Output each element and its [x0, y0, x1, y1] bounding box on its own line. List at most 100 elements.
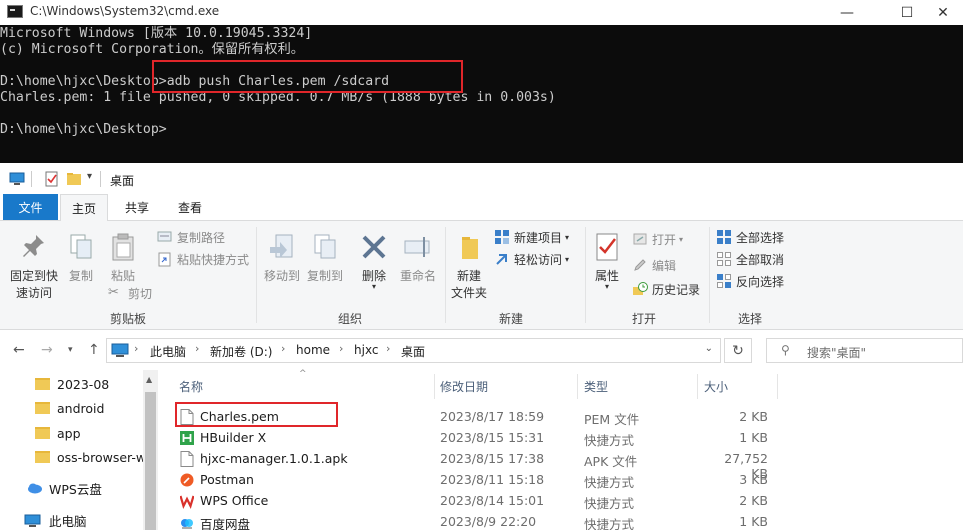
cmd-prompt-line: D:\home\hjxc\Desktop> [0, 122, 167, 137]
column-header-type[interactable]: 类型 [584, 378, 608, 395]
column-separator[interactable] [697, 374, 698, 399]
select-none-button[interactable]: 全部取消 [716, 249, 784, 269]
history-button[interactable]: 历史记录 [632, 279, 700, 299]
breadcrumb-home[interactable]: home [296, 343, 330, 357]
cut-button[interactable]: ✂ 剪切 [108, 283, 152, 303]
column-separator[interactable] [577, 374, 578, 399]
nav-item-app[interactable]: app [0, 422, 145, 444]
wps-icon [180, 495, 194, 509]
file-type: 快捷方式 [584, 475, 635, 490]
cmd-console[interactable]: Microsoft Windows [版本 10.0.19045.3324] (… [0, 25, 963, 163]
paste-shortcut-label: 粘贴快捷方式 [177, 252, 250, 267]
open-button[interactable]: 打开 ▾ [632, 229, 683, 249]
up-arrow-icon[interactable]: ↑ [88, 342, 100, 358]
file-size: 2 KB [739, 409, 768, 424]
nav-item-label: 此电脑 [49, 513, 87, 529]
column-header-date[interactable]: 修改日期 [440, 378, 488, 395]
forward-arrow-icon[interactable]: → [41, 342, 53, 358]
close-button[interactable]: ✕ [920, 0, 963, 25]
paste-button[interactable]: 粘贴 [106, 231, 140, 284]
edit-button[interactable]: 编辑 [632, 255, 676, 275]
nav-item-label: app [57, 425, 81, 441]
select-all-button[interactable]: 全部选择 [716, 227, 784, 247]
move-to-label: 移动到 [263, 269, 300, 283]
breadcrumb-separator[interactable]: › [386, 342, 390, 355]
tab-share[interactable]: 共享 [114, 194, 160, 220]
move-to-icon [270, 234, 293, 258]
breadcrumb-hjxc[interactable]: hjxc [354, 343, 378, 357]
breadcrumb-separator[interactable]: › [134, 342, 138, 355]
computer-icon [9, 172, 25, 185]
pin-quick-access-button[interactable]: 固定到快 速访问 [8, 231, 60, 301]
copy-path-button[interactable]: 复制路径 [157, 227, 225, 247]
file-row-baidu-netdisk[interactable]: 百度网盘 2023/8/9 22:20 快捷方式 1 KB [174, 511, 963, 530]
nav-item-android[interactable]: android [0, 397, 145, 419]
properties-check-icon[interactable] [44, 171, 60, 187]
breadcrumb-separator[interactable]: › [195, 342, 199, 355]
tab-file[interactable]: 文件 [3, 194, 58, 220]
refresh-button[interactable]: ↻ [724, 338, 752, 363]
breadcrumb-separator[interactable]: › [339, 342, 343, 355]
breadcrumb-drive-d[interactable]: 新加卷 (D:) [210, 343, 272, 360]
file-type: 快捷方式 [584, 517, 635, 530]
easy-access-icon [496, 254, 507, 265]
easy-access-dropdown-icon: ▾ [565, 254, 570, 264]
new-folder-button[interactable]: 新建 文件夹 [450, 231, 488, 301]
column-header-size[interactable]: 大小 [704, 378, 728, 395]
tab-view[interactable]: 查看 [166, 194, 214, 220]
move-to-button[interactable]: 移动到 [262, 231, 302, 284]
rename-button[interactable]: 重命名 [396, 231, 440, 284]
breadcrumb-desktop[interactable]: 桌面 [401, 343, 425, 360]
nav-pane-scroll-thumb[interactable] [145, 392, 156, 530]
nav-item-2023-08[interactable]: 2023-08 [0, 373, 145, 395]
copy-to-button[interactable]: 复制到 [305, 231, 345, 284]
search-input[interactable]: ⚲ 搜索"桌面" [766, 338, 963, 363]
nav-item-this-pc[interactable]: 此电脑 [0, 509, 145, 530]
group-label-open: 打开 [632, 312, 657, 326]
column-separator[interactable] [434, 374, 435, 399]
edit-label: 编辑 [652, 258, 677, 273]
group-separator [585, 227, 586, 323]
column-separator[interactable] [777, 374, 778, 399]
address-bar[interactable]: › 此电脑 › 新加卷 (D:) › home › hjxc › 桌面 ⌄ [106, 338, 721, 363]
computer-icon [24, 514, 41, 527]
select-none-label: 全部取消 [736, 252, 785, 267]
folder-icon [35, 451, 50, 463]
new-folder-label-line2: 文件夹 [450, 286, 487, 300]
scroll-up-arrow-icon[interactable]: ▲ [146, 375, 152, 384]
nav-item-oss-browser[interactable]: oss-browser-w [0, 446, 145, 468]
paste-icon [112, 233, 134, 261]
nav-item-wps-cloud[interactable]: WPS云盘 [0, 477, 145, 499]
ribbon-tab-bar: 文件 主页 共享 查看 [0, 194, 963, 221]
customize-qa-dropdown-icon[interactable]: ▾ [87, 171, 92, 182]
breadcrumb-separator[interactable]: › [281, 342, 285, 355]
tab-home[interactable]: 主页 [60, 194, 108, 221]
back-arrow-icon[interactable]: ← [13, 342, 25, 358]
column-header-name[interactable]: 名称 [179, 378, 203, 395]
recent-locations-dropdown-icon[interactable]: ▾ [68, 345, 73, 355]
properties-button[interactable]: 属性 ▾ [590, 231, 624, 291]
file-size: 2 KB [739, 493, 768, 508]
new-item-button[interactable]: 新建项目 ▾ [494, 227, 569, 247]
new-folder-icon[interactable] [66, 171, 82, 187]
file-row-hjxc-manager-apk[interactable]: hjxc-manager.1.0.1.apk 2023/8/15 17:38 A… [174, 448, 963, 481]
file-row-hbuilder-x[interactable]: HBuilder X 2023/8/15 15:31 快捷方式 1 KB [174, 427, 963, 448]
address-history-dropdown-icon[interactable]: ⌄ [705, 343, 713, 354]
easy-access-label: 轻松访问 [514, 252, 563, 267]
file-row-postman[interactable]: Postman 2023/8/11 15:18 快捷方式 3 KB [174, 469, 963, 490]
nav-item-label: 2023-08 [57, 376, 110, 392]
minimize-button[interactable]: — [824, 0, 870, 25]
easy-access-button[interactable]: 轻松访问 ▾ [494, 249, 569, 269]
file-row-wps-office[interactable]: WPS Office 2023/8/14 15:01 快捷方式 2 KB [174, 490, 963, 511]
delete-button[interactable]: 删除 ▾ [358, 231, 390, 291]
nav-pane-scrollbar[interactable]: ▲ [143, 370, 158, 530]
explorer-window-title: 桌面 [110, 174, 135, 188]
file-date: 2023/8/9 22:20 [440, 514, 537, 529]
file-date: 2023/8/15 15:31 [440, 430, 545, 445]
invert-selection-button[interactable]: 反向选择 [716, 271, 784, 291]
copy-path-label: 复制路径 [177, 230, 226, 245]
copy-button[interactable]: 复制 [64, 231, 98, 284]
edit-pencil-icon [634, 259, 646, 271]
paste-shortcut-button[interactable]: 粘贴快捷方式 [157, 249, 249, 269]
breadcrumb-this-pc[interactable]: 此电脑 [150, 343, 186, 360]
